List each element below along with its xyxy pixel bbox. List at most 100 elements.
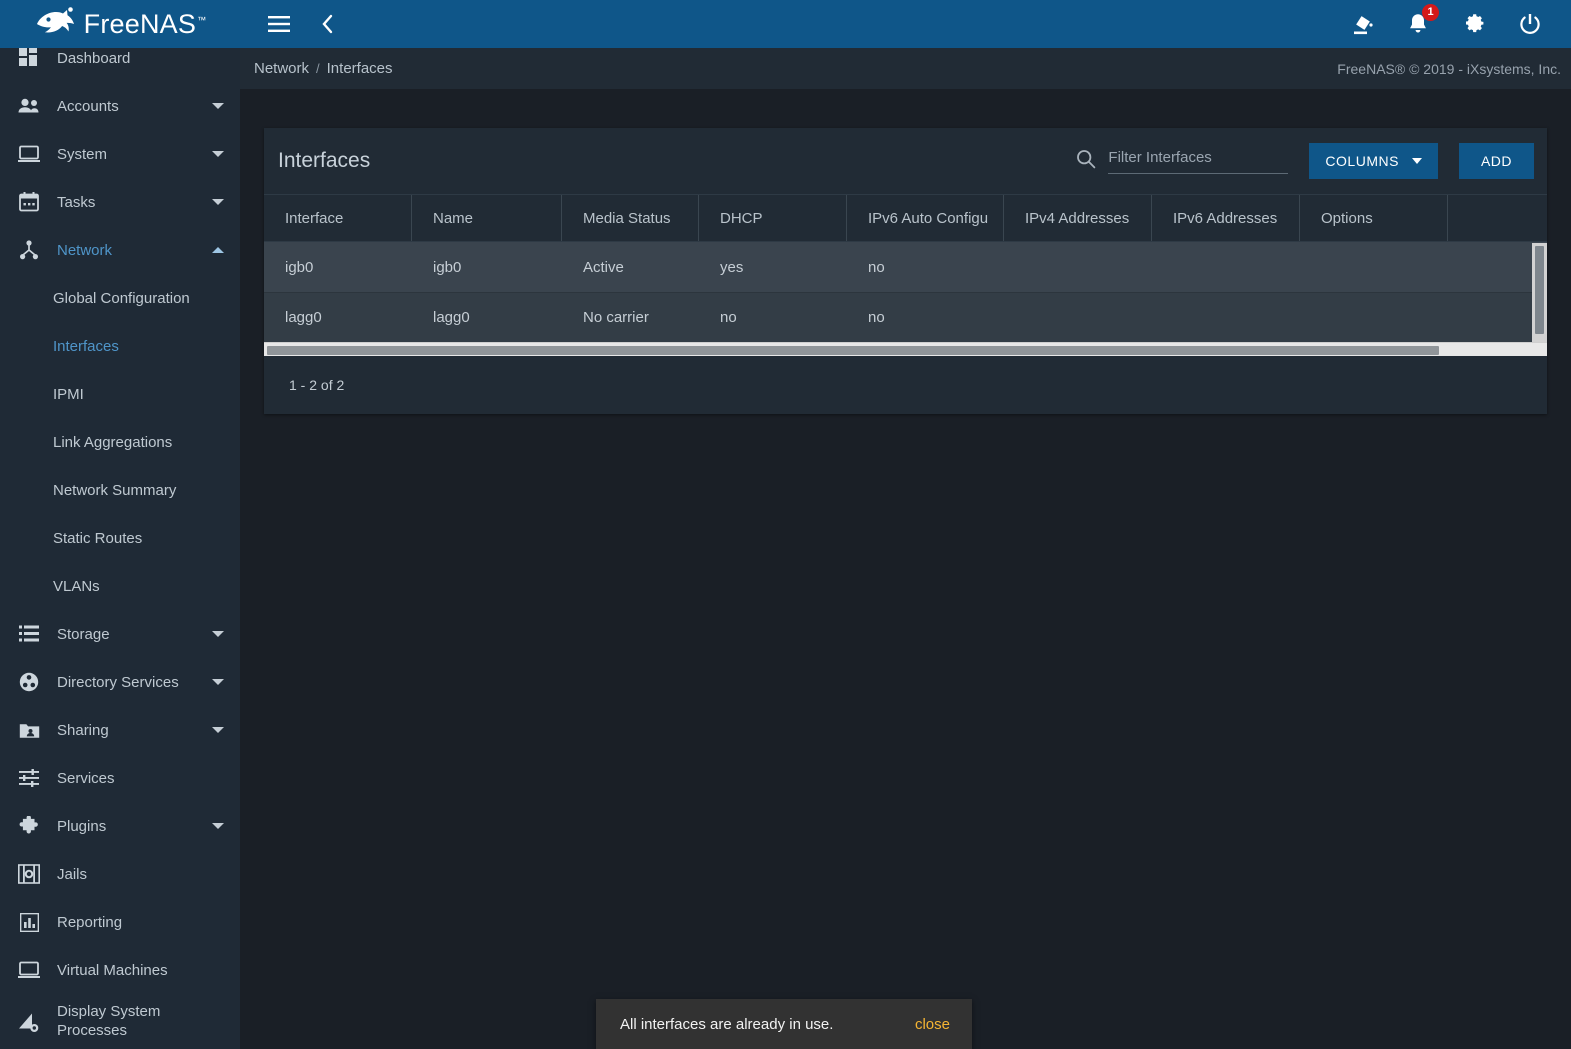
sidebar-item-accounts[interactable]: Accounts (0, 82, 240, 130)
chevron-left-icon[interactable] (312, 9, 342, 39)
add-button-label: ADD (1480, 153, 1512, 169)
scrollbar-thumb[interactable] (267, 346, 1439, 355)
copyright-text: FreeNAS® © 2019 - iXsystems, Inc. (1337, 60, 1561, 77)
network-icon (14, 240, 44, 260)
chevron-down-icon[interactable] (212, 631, 224, 637)
breadcrumb-item-interfaces[interactable]: Interfaces (327, 60, 393, 77)
sidebar-item-storage[interactable]: Storage (0, 610, 240, 658)
virtual-machines-icon (14, 961, 44, 979)
scrollbar-thumb[interactable] (1535, 246, 1544, 334)
sidebar-subitem-network-summary[interactable]: Network Summary (0, 466, 240, 514)
sidebar-item-display-system-processes[interactable]: Display System Processes (0, 994, 240, 1049)
column-header-ipv6-addresses[interactable]: IPv6 Addresses (1152, 195, 1300, 241)
trademark-symbol: ™ (197, 14, 207, 25)
cell-media-status: Active (583, 258, 624, 276)
table-body: igb0 igb0 Active yes no lagg0 lagg0 No c… (264, 242, 1547, 342)
sidebar-subitem-ipmi[interactable]: IPMI (0, 370, 240, 418)
column-header-options[interactable]: Options (1300, 195, 1448, 241)
brand-name: FreeNAS™ (83, 8, 207, 39)
sidebar-item-reporting[interactable]: Reporting (0, 898, 240, 946)
column-header-name[interactable]: Name (412, 195, 562, 241)
dashboard-icon (14, 48, 44, 68)
cell-ipv6-addresses (1152, 242, 1300, 292)
snackbar: All interfaces are already in use. close (596, 999, 972, 1049)
sidebar-subitem-global-configuration[interactable]: Global Configuration (0, 274, 240, 322)
system-icon (14, 145, 44, 163)
chevron-up-icon[interactable] (212, 247, 224, 253)
snackbar-close-action[interactable]: close (915, 1016, 950, 1033)
sidebar-subitem-label: Network Summary (53, 481, 177, 499)
search-input[interactable] (1108, 148, 1289, 166)
column-header-ipv4-addresses[interactable]: IPv4 Addresses (1004, 195, 1152, 241)
columns-button[interactable]: COLUMNS (1309, 143, 1438, 179)
cell-options (1300, 293, 1448, 342)
cell-ipv6-auto-configure: no (868, 258, 885, 276)
breadcrumb-item-network[interactable]: Network (254, 60, 309, 77)
sidebar-item-directory-services[interactable]: Directory Services (0, 658, 240, 706)
sidebar-subitem-interfaces[interactable]: Interfaces (0, 322, 240, 370)
table-horizontal-scrollbar[interactable] (264, 342, 1547, 356)
chevron-down-icon[interactable] (212, 151, 224, 157)
sidebar-item-system[interactable]: System (0, 130, 240, 178)
cell-dhcp: yes (720, 258, 744, 276)
sidebar-item-jails[interactable]: Jails (0, 850, 240, 898)
notifications-icon[interactable]: 1 (1403, 4, 1439, 39)
menu-icon[interactable] (264, 9, 294, 39)
notification-badge: 1 (1422, 4, 1439, 21)
sidebar-item-network[interactable]: Network (0, 226, 240, 274)
sidebar-item-plugins[interactable]: Plugins (0, 802, 240, 850)
sidebar-item-tasks[interactable]: Tasks (0, 178, 240, 226)
sidebar-subitem-static-routes[interactable]: Static Routes (0, 514, 240, 562)
sidebar-item-label: Sharing (57, 721, 109, 739)
cell-options (1300, 242, 1448, 292)
accounts-icon (14, 98, 44, 114)
chevron-down-icon[interactable] (212, 103, 224, 109)
cell-interface: lagg0 (285, 309, 322, 326)
search-box (1076, 148, 1289, 174)
paginator-range-label: 1 - 2 of 2 (289, 377, 345, 393)
cell-interface: igb0 (285, 258, 314, 276)
sidebar-subitem-label: Link Aggregations (53, 433, 173, 451)
add-button[interactable]: ADD (1458, 143, 1534, 179)
column-header-actions (1448, 195, 1547, 241)
chevron-down-icon[interactable] (212, 823, 224, 829)
column-header-media-status[interactable]: Media Status (562, 195, 699, 241)
sidebar-subitem-vlans[interactable]: VLANs (0, 562, 240, 610)
sidebar-item-label: Display System Processes (57, 1003, 161, 1039)
chevron-down-icon[interactable] (212, 727, 224, 733)
sidebar-item-sharing[interactable]: Sharing (0, 706, 240, 754)
column-header-ipv6-auto-configure[interactable]: IPv6 Auto Configu (847, 195, 1004, 241)
settings-icon[interactable] (1459, 9, 1489, 39)
power-icon[interactable] (1515, 9, 1545, 39)
sidebar-item-label: Accounts (57, 97, 119, 115)
sidebar-navigation: Dashboard Accounts System Tasks Network … (0, 0, 240, 1049)
table-row[interactable]: lagg0 lagg0 No carrier no no (264, 292, 1547, 342)
cell-name: igb0 (433, 258, 462, 276)
cell-name: lagg0 (433, 309, 470, 326)
paginator: 1 - 2 of 2 (264, 356, 1547, 414)
theme-icon[interactable] (1347, 9, 1377, 39)
brand-logo[interactable]: FreeNAS™ (0, 0, 240, 48)
freenas-fish-logo-icon (34, 6, 78, 42)
main-content: Interfaces COLUMNS (240, 89, 1571, 1049)
sidebar-item-label: Jails (57, 865, 88, 883)
table-vertical-scrollbar[interactable] (1532, 243, 1547, 344)
sidebar-item-virtual-machines[interactable]: Virtual Machines (0, 946, 240, 994)
tasks-icon (14, 192, 44, 212)
chevron-down-icon[interactable] (212, 199, 224, 205)
table-row[interactable]: igb0 igb0 Active yes no (264, 242, 1547, 292)
sidebar-item-services[interactable]: Services (0, 754, 240, 802)
sidebar-item-label: Storage (57, 625, 110, 643)
sidebar-subitem-link-aggregations[interactable]: Link Aggregations (0, 418, 240, 466)
chevron-down-icon[interactable] (212, 679, 224, 685)
sidebar-subitem-label: Interfaces (53, 337, 119, 355)
search-icon[interactable] (1076, 149, 1096, 174)
sidebar-item-label: Tasks (57, 193, 96, 211)
plugins-icon (14, 816, 44, 836)
column-header-dhcp[interactable]: DHCP (699, 195, 847, 241)
sharing-icon (14, 722, 44, 739)
sidebar-item-label: Directory Services (57, 673, 179, 691)
column-header-interface[interactable]: Interface (264, 195, 412, 241)
jails-icon (14, 864, 44, 884)
interfaces-card: Interfaces COLUMNS (264, 128, 1547, 414)
